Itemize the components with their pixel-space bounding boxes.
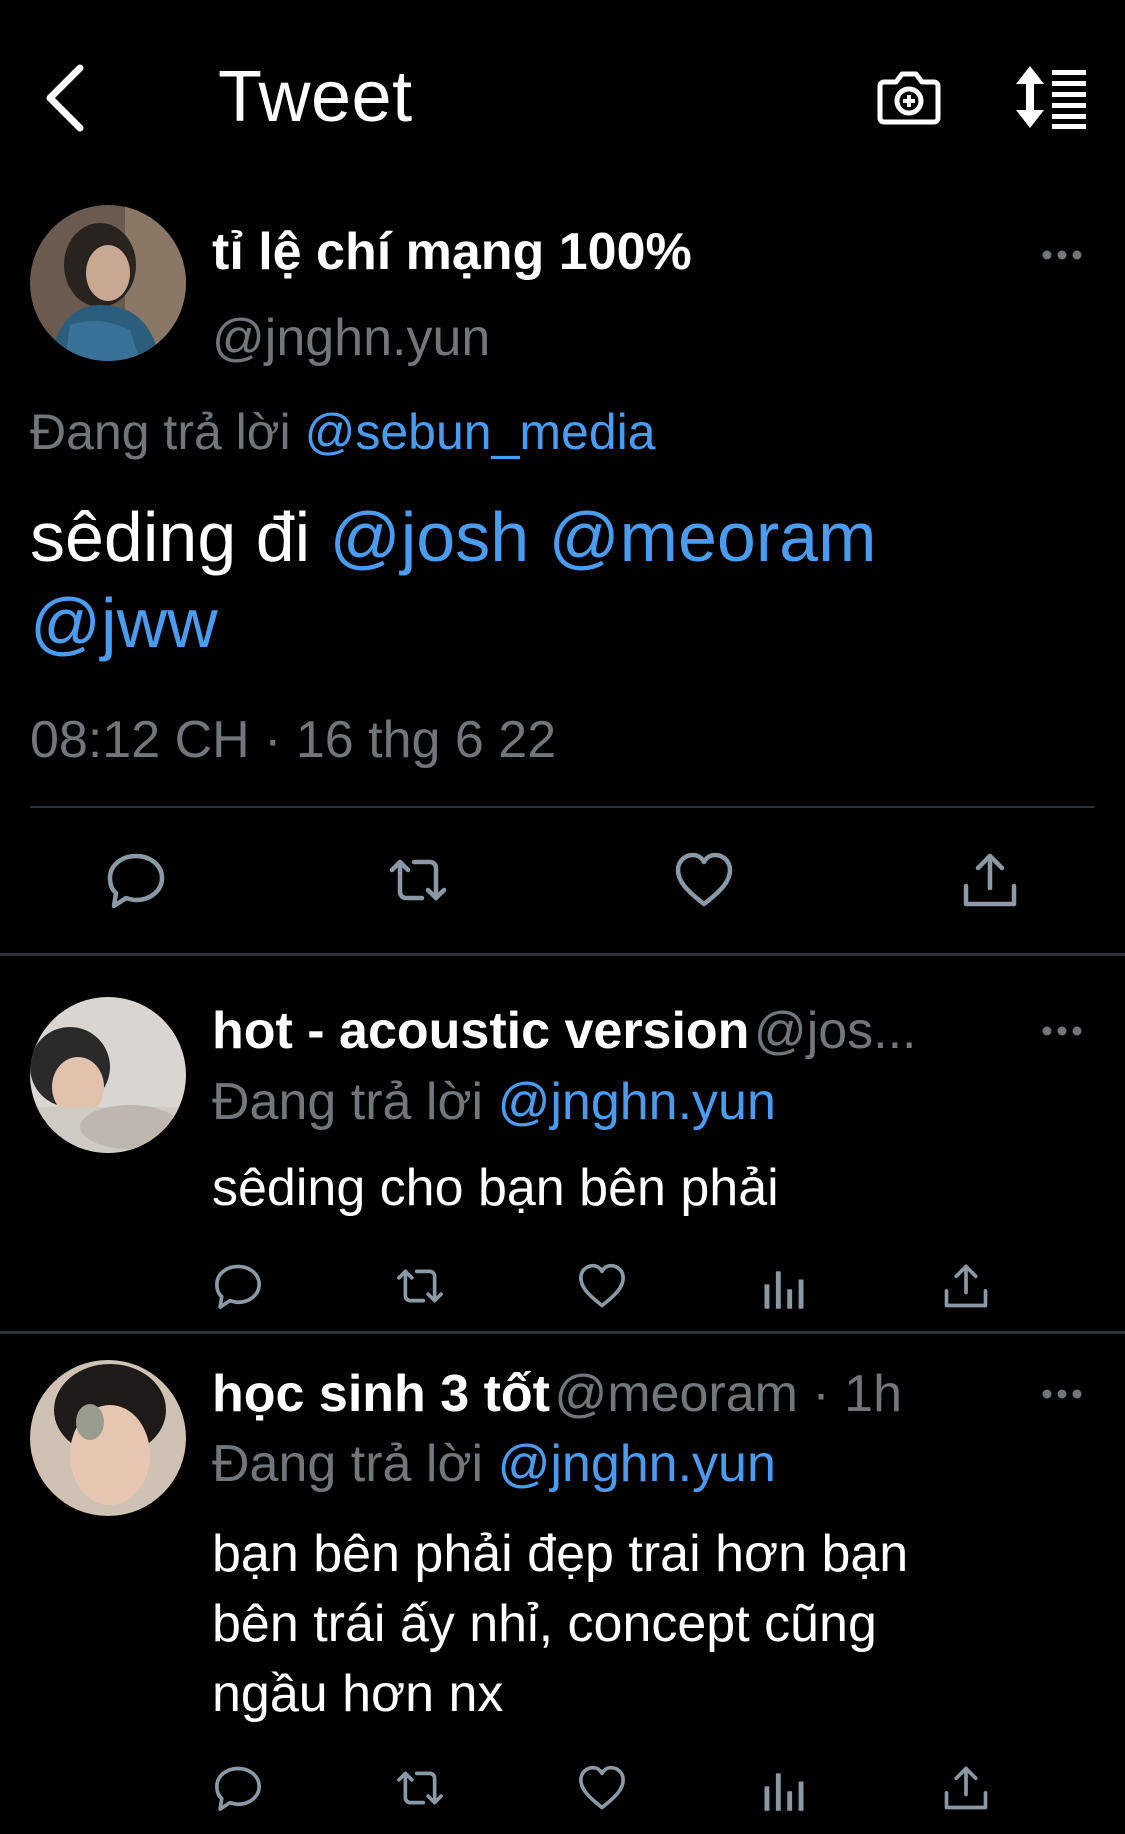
share-icon[interactable] — [958, 848, 1022, 912]
mention-link[interactable]: @josh — [330, 498, 529, 576]
reply-text: sêding cho bạn bên phải — [212, 1159, 779, 1217]
avatar[interactable] — [30, 1360, 186, 1516]
divider — [30, 806, 1094, 808]
page-title: Tweet — [218, 57, 413, 137]
analytics-icon[interactable] — [758, 1260, 810, 1312]
replying-prefix: Đang trả lời — [30, 404, 291, 460]
top-bar: Tweet — [0, 0, 1125, 190]
tweet-text-plain: sêding đi — [30, 498, 311, 576]
display-name[interactable]: hot - acoustic version — [212, 1002, 749, 1060]
reply-header: học sinh 3 tốt @meoram · 1h — [212, 1362, 1018, 1439]
analytics-icon[interactable] — [758, 1762, 810, 1814]
reply-text-line: bạn bên phải đẹp trai hơn bạn — [212, 1525, 909, 1583]
back-arrow-icon[interactable] — [40, 62, 96, 134]
display-name[interactable]: học sinh 3 tốt — [212, 1365, 550, 1423]
handle[interactable]: @meoram · 1h — [554, 1365, 902, 1423]
replying-line: Đang trả lời @jnghn.yun — [212, 1432, 776, 1496]
timestamp[interactable]: 08:12 CH · 16 thg 6 22 — [30, 708, 556, 772]
more-icon[interactable] — [1042, 1387, 1082, 1401]
reply-text-line: bên trái ấy nhỉ, concept cũng — [212, 1595, 877, 1653]
tweet-text: sêding đi @josh @meoram @jww — [30, 494, 1100, 666]
replying-to-link[interactable]: @sebun_media — [305, 404, 656, 460]
reply-text: bạn bên phải đẹp trai hơn bạn bên trái ấ… — [212, 1519, 908, 1729]
more-icon[interactable] — [1042, 248, 1082, 262]
replying-line: Đang trả lời @sebun_media — [30, 400, 656, 464]
reply-icon[interactable] — [212, 1260, 264, 1312]
display-name[interactable]: tỉ lệ chí mạng 100% — [212, 220, 692, 284]
handle[interactable]: @jos... — [754, 1002, 917, 1060]
retweet-icon[interactable] — [394, 1260, 446, 1312]
section-divider — [0, 1331, 1125, 1334]
replying-line: Đang trả lời @jnghn.yun — [212, 1070, 776, 1134]
avatar[interactable] — [30, 205, 186, 361]
reply-text-line: ngầu hơn nx — [212, 1665, 504, 1723]
sort-icon[interactable] — [1014, 64, 1090, 130]
like-icon[interactable] — [576, 1260, 628, 1312]
retweet-icon[interactable] — [394, 1762, 446, 1814]
replying-prefix: Đang trả lời — [212, 1073, 484, 1131]
reply-header: hot - acoustic version @jos... — [212, 999, 1018, 1076]
mention-link[interactable]: @jww — [30, 584, 218, 662]
like-icon[interactable] — [576, 1762, 628, 1814]
section-divider — [0, 953, 1125, 956]
more-icon[interactable] — [1042, 1024, 1082, 1038]
avatar[interactable] — [30, 997, 186, 1153]
reply-icon[interactable] — [104, 848, 168, 912]
replying-to-link[interactable]: @jnghn.yun — [498, 1073, 776, 1131]
camera-plus-icon[interactable] — [876, 64, 942, 130]
replying-to-link[interactable]: @jnghn.yun — [498, 1435, 776, 1493]
reply-icon[interactable] — [212, 1762, 264, 1814]
like-icon[interactable] — [672, 848, 736, 912]
share-icon[interactable] — [940, 1260, 992, 1312]
replying-prefix: Đang trả lời — [212, 1435, 484, 1493]
share-icon[interactable] — [940, 1762, 992, 1814]
mention-link[interactable]: @meoram — [549, 498, 877, 576]
retweet-icon[interactable] — [386, 848, 450, 912]
handle[interactable]: @jnghn.yun — [212, 306, 490, 370]
